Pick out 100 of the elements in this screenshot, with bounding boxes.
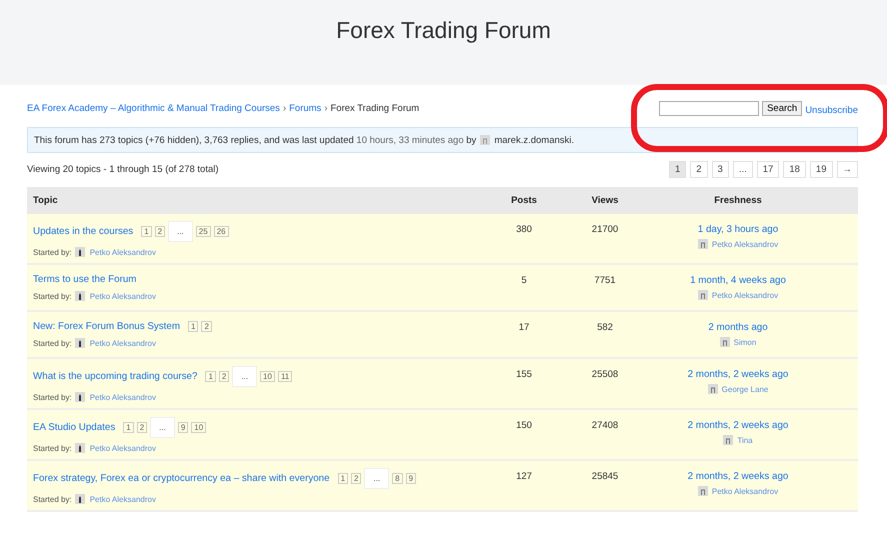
column-header: Topic xyxy=(32,195,59,206)
author-link[interactable]: Petko Aleksandrov xyxy=(90,392,156,402)
column-header: Posts xyxy=(510,195,538,206)
posts-count: 17 xyxy=(518,321,530,335)
last-poster-link[interactable]: Petko Aleksandrov xyxy=(712,290,778,300)
topic-page-link[interactable]: 1 xyxy=(338,473,348,484)
page-title: Forex Trading Forum xyxy=(336,17,551,45)
avatar-icon xyxy=(480,135,490,145)
page-link[interactable]: 18 xyxy=(783,161,806,178)
unsubscribe-link[interactable]: Unsubscribe xyxy=(805,104,858,116)
topic-page-link[interactable]: 10 xyxy=(260,371,275,382)
topic-page-link[interactable]: 9 xyxy=(178,422,188,433)
author-link[interactable]: Petko Aleksandrov xyxy=(90,248,156,256)
topic-page-link[interactable]: 1 xyxy=(205,371,216,382)
topic-page-link[interactable]: 2 xyxy=(201,320,212,332)
views-count: 25508 xyxy=(590,368,620,382)
freshness-link[interactable]: 2 months, 2 weeks ago xyxy=(688,369,788,380)
started-by-label: Started by: xyxy=(33,338,72,348)
started-by-label: Started by: xyxy=(33,292,72,300)
avatar-icon xyxy=(698,290,708,300)
freshness-link[interactable]: 2 months, 2 weeks ago xyxy=(688,471,788,482)
avatar-icon xyxy=(74,291,85,301)
author-link[interactable]: Petko Aleksandrov xyxy=(90,444,156,452)
avatar-icon xyxy=(74,247,85,257)
author-name: marek.z.domanski. xyxy=(494,134,574,146)
topic-page-link[interactable]: 26 xyxy=(214,226,229,237)
topic-page-link[interactable]: 2 xyxy=(218,371,230,382)
page-gap: ... xyxy=(150,417,175,438)
page-link[interactable]: ... xyxy=(732,161,753,178)
page-link[interactable]: 17 xyxy=(756,161,780,178)
started-by-label: Started by: xyxy=(33,248,72,256)
avatar-icon xyxy=(74,392,85,402)
views-count: 27408 xyxy=(590,419,620,433)
breadcrumb-link[interactable]: Forums xyxy=(289,102,322,114)
avatar-icon xyxy=(698,486,708,496)
last-poster-link[interactable]: Petko Aleksandrov xyxy=(712,486,778,496)
topic-page-link[interactable]: 25 xyxy=(196,226,211,237)
topic-link[interactable]: Updates in the courses xyxy=(33,226,134,237)
last-poster-link[interactable]: Simon xyxy=(734,338,756,346)
last-poster-link[interactable]: George Lane xyxy=(722,384,768,394)
topic-link[interactable]: EA Studio Updates xyxy=(33,422,116,433)
freshness-link[interactable]: 1 month, 4 weeks ago xyxy=(690,275,786,286)
avatar-icon xyxy=(708,384,718,394)
posts-count: 155 xyxy=(515,368,533,382)
topic-page-link[interactable]: 2 xyxy=(351,473,362,484)
page-link[interactable]: → xyxy=(836,161,858,178)
started-by-label: Started by: xyxy=(33,444,72,452)
column-header: Freshness xyxy=(713,195,763,206)
posts-count: 5 xyxy=(520,274,528,288)
posts-count: 150 xyxy=(515,419,533,433)
posts-count: 380 xyxy=(515,223,533,237)
info-text: This forum has 273 topics (+76 hidden), 3,763 replies, and was last updated 10 hours, 33 minutes ago by xyxy=(34,134,476,146)
breadcrumb-link[interactable]: EA Forex Academy – Algorithmic & Manual Trading Courses xyxy=(27,102,280,114)
topic-page-link[interactable]: 8 xyxy=(392,473,403,484)
topic-page-link[interactable]: 1 xyxy=(188,320,198,332)
views-count: 21700 xyxy=(590,223,620,237)
views-count: 7751 xyxy=(593,274,617,288)
page-link[interactable]: 3 xyxy=(712,161,729,178)
author-link[interactable]: Petko Aleksandrov xyxy=(90,338,156,348)
topic-link[interactable]: Terms to use the Forum xyxy=(33,274,136,284)
started-by-label: Started by: xyxy=(33,494,72,504)
topic-page-link[interactable]: 9 xyxy=(406,473,416,484)
avatar-icon xyxy=(698,239,708,249)
breadcrumb-current: Forex Trading Forum xyxy=(330,102,420,114)
author-link[interactable]: Petko Aleksandrov xyxy=(90,494,156,504)
views-count: 25845 xyxy=(590,470,620,484)
breadcrumb-separator: › xyxy=(324,102,328,114)
topic-page-link[interactable]: 2 xyxy=(154,226,166,237)
started-by-label: Started by: xyxy=(33,392,72,402)
avatar-icon xyxy=(74,494,85,504)
breadcrumb-separator: › xyxy=(282,102,286,114)
freshness-link[interactable]: 1 day, 3 hours ago xyxy=(698,224,778,235)
topic-page-link[interactable]: 1 xyxy=(123,422,134,433)
last-poster-link[interactable]: Petko Aleksandrov xyxy=(712,240,778,248)
page-link[interactable]: 1 xyxy=(668,161,686,178)
topic-page-link[interactable]: 2 xyxy=(136,422,148,433)
column-header: Views xyxy=(590,195,620,206)
last-poster-link[interactable]: Tina xyxy=(737,436,753,444)
avatar-icon xyxy=(723,435,734,445)
page-link[interactable]: 19 xyxy=(810,161,832,178)
topic-page-link[interactable]: 10 xyxy=(191,422,206,433)
topic-link[interactable]: What is the upcoming trading course? xyxy=(33,371,198,382)
page-link[interactable]: 2 xyxy=(690,161,708,178)
topic-link[interactable]: New: Forex Forum Bonus System xyxy=(33,320,180,332)
avatar-icon xyxy=(720,337,730,347)
page-gap: ... xyxy=(168,221,193,242)
views-count: 582 xyxy=(596,321,614,335)
page-gap: ... xyxy=(232,366,258,387)
topic-page-link[interactable]: 1 xyxy=(141,226,152,237)
avatar-icon xyxy=(74,338,85,348)
page-gap: ... xyxy=(364,468,390,489)
search-button[interactable]: Search xyxy=(762,100,802,116)
topic-page-link[interactable]: 11 xyxy=(278,371,292,382)
avatar-icon xyxy=(74,443,85,453)
search-field[interactable] xyxy=(659,100,760,116)
posts-count: 127 xyxy=(515,470,533,484)
freshness-link[interactable]: 2 months, 2 weeks ago xyxy=(688,420,788,431)
author-link[interactable]: Petko Aleksandrov xyxy=(90,292,156,300)
freshness-link[interactable]: 2 months ago xyxy=(708,322,768,333)
topic-link[interactable]: Forex strategy, Forex ea or cryptocurrency ea – share with everyone xyxy=(33,473,330,484)
